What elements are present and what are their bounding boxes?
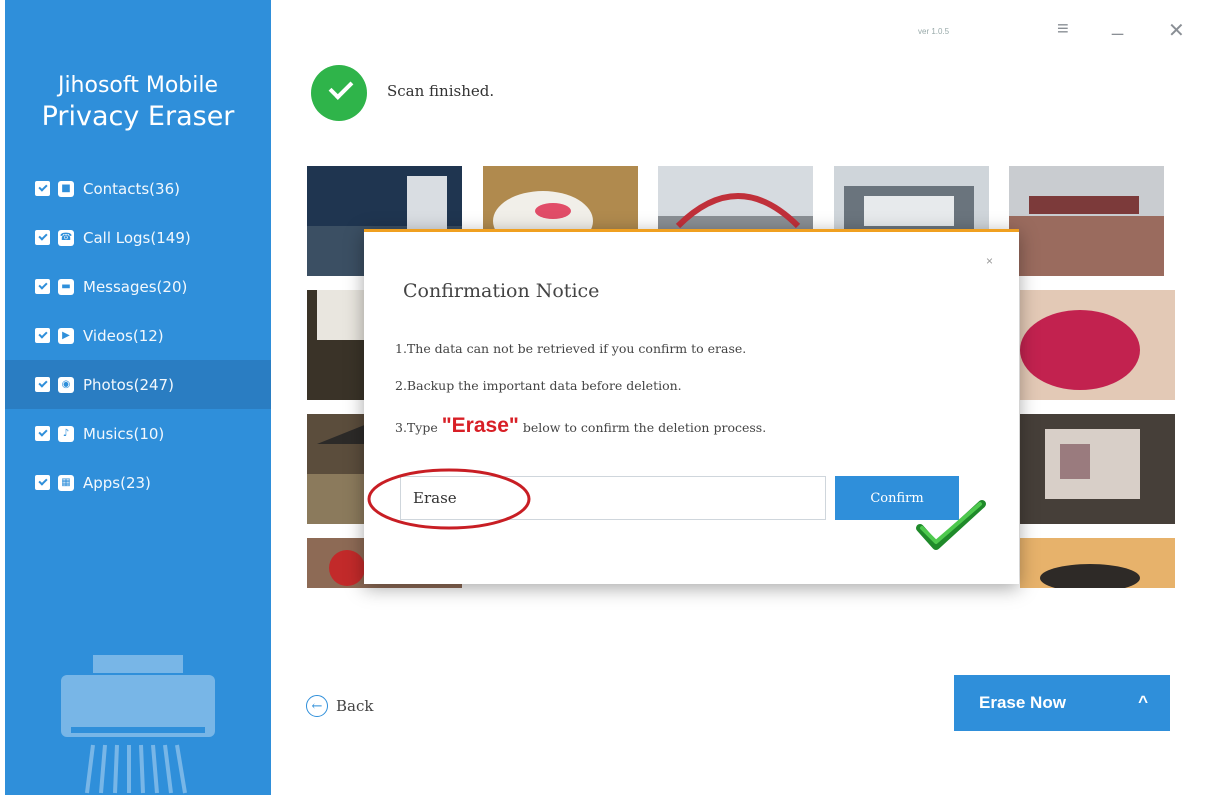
chevron-up-icon[interactable]: ^ [1138, 692, 1148, 712]
messages-icon: ▬ [58, 278, 74, 295]
sidebar: Jihosoft Mobile Privacy Eraser ■ Contacts… [5, 0, 271, 795]
sidebar-item-label: Musics(10) [83, 424, 165, 443]
close-icon[interactable]: ✕ [1168, 18, 1185, 43]
app-title-line2: Privacy Eraser [41, 100, 235, 132]
app-title: Jihosoft Mobile Privacy Eraser [5, 72, 271, 133]
sidebar-item-label: Call Logs(149) [83, 228, 191, 247]
back-label: Back [336, 697, 374, 715]
erase-now-label: Erase Now [979, 693, 1066, 712]
category-checkbox[interactable] [35, 328, 50, 343]
sidebar-item-label: Apps(23) [83, 473, 151, 492]
menu-icon[interactable]: ≡ [1057, 18, 1069, 41]
category-checkbox[interactable] [35, 426, 50, 441]
confirmation-dialog: × Confirmation Notice 1.The data can not… [364, 229, 1019, 584]
erase-confirm-input[interactable] [400, 476, 826, 520]
apps-icon: ▦ [58, 474, 74, 491]
success-check-icon [311, 65, 367, 121]
version-label: ver 1.0.5 [918, 27, 950, 36]
sidebar-item-messages[interactable]: ▬ Messages(20) [5, 262, 271, 311]
photo-thumbnail[interactable] [1020, 414, 1175, 524]
category-list: ■ Contacts(36) ☎ Call Logs(149) ▬ Messages(20… [5, 164, 271, 507]
confirm-button[interactable]: Confirm [835, 476, 959, 520]
app-title-line1: Jihosoft Mobile [57, 73, 219, 98]
sidebar-item-label: Photos(247) [83, 375, 174, 394]
notice-line-3-suffix: below to confirm the deletion process. [518, 420, 767, 435]
back-arrow-icon: ← [306, 695, 328, 717]
erase-now-button[interactable]: Erase Now ^ [954, 675, 1170, 731]
back-button[interactable]: ← Back [306, 695, 373, 717]
erase-keyword: "Erase" [441, 414, 519, 437]
call-logs-icon: ☎ [58, 229, 74, 246]
notice-line-3: 3.Type "Erase" below to confirm the dele… [395, 414, 766, 438]
sidebar-item-label: Videos(12) [83, 326, 164, 345]
sidebar-item-musics[interactable]: ♪ Musics(10) [5, 409, 271, 458]
sidebar-item-label: Contacts(36) [83, 179, 180, 198]
photos-icon: ◉ [58, 376, 74, 393]
shredder-icon [61, 655, 215, 794]
photo-thumbnail[interactable] [1020, 538, 1175, 588]
dialog-close-icon[interactable]: × [986, 254, 993, 268]
scan-status-text: Scan finished. [387, 82, 495, 100]
sidebar-item-photos[interactable]: ◉ Photos(247) [5, 360, 271, 409]
category-checkbox[interactable] [35, 475, 50, 490]
photo-thumbnail[interactable] [1020, 290, 1175, 400]
contacts-icon: ■ [58, 180, 74, 197]
dialog-title: Confirmation Notice [403, 280, 600, 302]
sidebar-item-contacts[interactable]: ■ Contacts(36) [5, 164, 271, 213]
musics-icon: ♪ [58, 425, 74, 442]
sidebar-item-videos[interactable]: ▶ Videos(12) [5, 311, 271, 360]
photo-thumbnail[interactable] [1009, 166, 1164, 276]
category-checkbox[interactable] [35, 181, 50, 196]
notice-line-3-prefix: 3.Type [395, 420, 442, 435]
sidebar-item-apps[interactable]: ▦ Apps(23) [5, 458, 271, 507]
notice-line-2: 2.Backup the important data before delet… [395, 378, 682, 393]
minimize-icon[interactable]: _ [1112, 14, 1123, 37]
notice-line-1: 1.The data can not be retrieved if you c… [395, 341, 747, 356]
category-checkbox[interactable] [35, 230, 50, 245]
sidebar-item-call-logs[interactable]: ☎ Call Logs(149) [5, 213, 271, 262]
sidebar-item-label: Messages(20) [83, 277, 188, 296]
category-checkbox[interactable] [35, 377, 50, 392]
category-checkbox[interactable] [35, 279, 50, 294]
videos-icon: ▶ [58, 327, 74, 344]
